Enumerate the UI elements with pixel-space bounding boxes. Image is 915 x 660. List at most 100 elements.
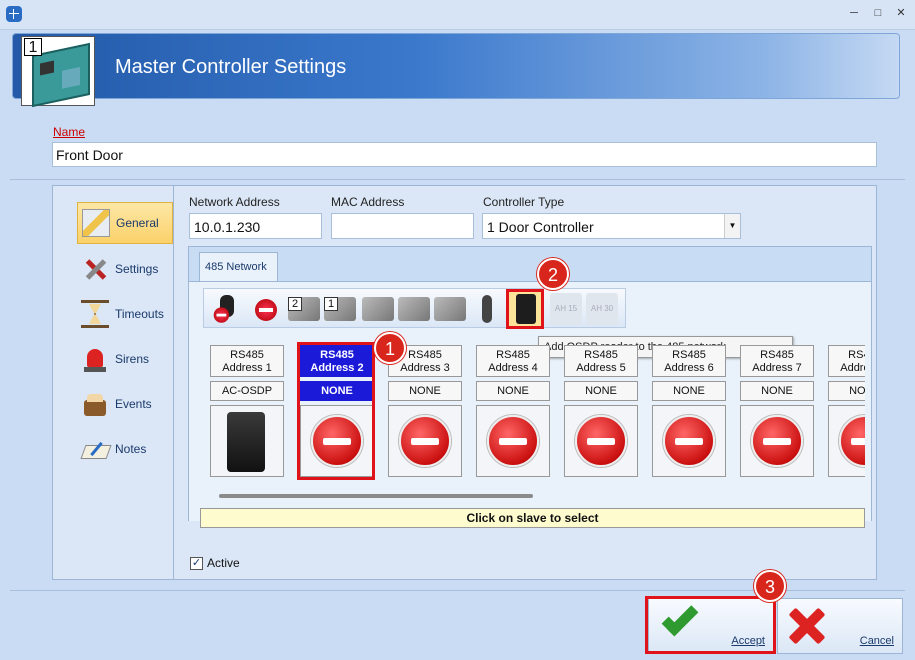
divider <box>10 179 905 180</box>
slave-type: NONE <box>476 381 550 401</box>
cancel-label: Cancel <box>859 635 894 647</box>
slave-type: NONE <box>388 381 462 401</box>
no-device-icon <box>839 415 865 467</box>
active-label: Active <box>207 556 240 570</box>
slave-address-8[interactable]: RS485Address 8 NONE <box>828 345 865 477</box>
chevron-down-icon[interactable]: ▼ <box>724 214 740 238</box>
hourglass-icon <box>81 300 109 328</box>
sidebar-nav: General Settings Timeouts Sirens Events … <box>53 186 174 579</box>
page-title: Master Controller Settings <box>115 56 347 78</box>
ah15-icon: AH 15 <box>550 293 582 325</box>
tools-icon <box>81 255 109 283</box>
sidebar-item-label: Timeouts <box>115 307 164 321</box>
sidebar-item-label: General <box>116 216 159 230</box>
slave-address-7[interactable]: RS485 Address 7 NONE <box>740 345 814 477</box>
remove-device-icon[interactable] <box>250 293 282 325</box>
slave-device-image <box>564 405 638 477</box>
close-button[interactable]: ✕ <box>893 6 909 20</box>
controller-type-value: 1 Door Controller <box>487 219 594 235</box>
slave-header: RS485Address 8 <box>828 345 865 377</box>
active-checkbox[interactable]: ✓ <box>190 556 203 570</box>
slave-address-6[interactable]: RS485 Address 6 NONE <box>652 345 726 477</box>
slave-header: RS485 Address 5 <box>564 345 638 377</box>
slave-device-image <box>388 405 462 477</box>
tab-485-network[interactable]: 485 Network <box>199 252 278 281</box>
app-icon <box>6 6 22 22</box>
status-message: Click on slave to select <box>200 508 865 528</box>
slave-header: RS485 Address 7 <box>740 345 814 377</box>
mac-address-field[interactable] <box>331 213 474 239</box>
slave-device-image <box>210 405 284 477</box>
controller-board-icon: 1 <box>21 36 95 108</box>
minimize-button[interactable]: ─ <box>846 6 862 20</box>
osdp-reader-icon[interactable] <box>516 294 536 324</box>
cancel-button[interactable]: Cancel <box>777 598 903 654</box>
ah30-icon: AH 30 <box>586 293 618 325</box>
slave-device-image <box>740 405 814 477</box>
door-module-2-icon[interactable]: 2 <box>288 297 320 321</box>
slave-address-1[interactable]: RS485 Address 1 AC-OSDP <box>210 345 284 477</box>
no-device-icon <box>487 415 539 467</box>
no-device-icon <box>399 415 451 467</box>
module-number-1: 1 <box>324 297 338 311</box>
header-banner: 1 Master Controller Settings <box>12 33 900 108</box>
sidebar-item-label: Sirens <box>115 352 150 366</box>
sidebar-item-general[interactable]: General <box>77 202 173 244</box>
sidebar-item-sirens[interactable]: Sirens <box>77 338 173 380</box>
slave-header: RS485 Address 4 <box>476 345 550 377</box>
slave-device-image <box>828 405 865 477</box>
slave-address-4[interactable]: RS485 Address 4 NONE <box>476 345 550 477</box>
slave-type: NONE <box>564 381 638 401</box>
sidebar-item-timeouts[interactable]: Timeouts <box>77 293 173 335</box>
controller-type-label: Controller Type <box>483 195 565 209</box>
sidebar-item-events[interactable]: Events <box>77 383 173 425</box>
annotation-badge-3: 3 <box>754 570 786 602</box>
controller-type-select[interactable]: 1 Door Controller ▼ <box>482 213 741 239</box>
controller-number-badge: 1 <box>24 38 42 56</box>
selected-slave-highlight <box>297 342 375 480</box>
sidebar-item-settings[interactable]: Settings <box>77 248 173 290</box>
slave-type: NONE <box>828 381 865 401</box>
keypad-icon[interactable] <box>434 297 466 321</box>
accept-button-highlight <box>645 596 776 654</box>
network-address-field[interactable]: 10.0.1.230 <box>189 213 322 239</box>
device-toolbar: 2 1 AH 15 AH 30 <box>203 288 626 329</box>
sidebar-item-label: Events <box>115 397 152 411</box>
active-checkbox-row[interactable]: ✓ Active <box>190 556 240 570</box>
slave-header: RS485 Address 1 <box>210 345 284 377</box>
network-address-label: Network Address <box>189 195 280 209</box>
horizontal-scrollbar[interactable] <box>219 494 533 498</box>
sidebar-item-label: Notes <box>115 442 147 456</box>
slave-address-5[interactable]: RS485 Address 5 NONE <box>564 345 638 477</box>
name-label-text: Name <box>53 125 86 139</box>
pencil-icon <box>82 209 110 237</box>
mac-address-label: MAC Address <box>331 195 405 209</box>
io-board-icon[interactable] <box>362 297 394 321</box>
annotation-badge-2: 2 <box>537 258 569 290</box>
slave-address-3[interactable]: RS485 Address 3 NONE <box>388 345 462 477</box>
slave-type: AC-OSDP <box>210 381 284 401</box>
slim-reader-icon[interactable] <box>472 293 504 325</box>
title-bar: ─ □ ✕ <box>0 0 915 30</box>
name-label: Name <box>53 125 85 139</box>
sidebar-item-label: Settings <box>115 262 159 276</box>
cake-icon <box>81 390 109 418</box>
slave-header: RS485 Address 6 <box>652 345 726 377</box>
reader-remove-icon[interactable] <box>210 293 242 325</box>
notes-icon <box>81 435 109 463</box>
module-number-2: 2 <box>288 297 302 311</box>
slave-type: NONE <box>652 381 726 401</box>
slave-type: NONE <box>740 381 814 401</box>
slave-device-image <box>652 405 726 477</box>
siren-icon <box>81 345 109 373</box>
name-input[interactable]: Front Door <box>52 142 877 167</box>
sidebar-item-notes[interactable]: Notes <box>77 428 173 470</box>
slave-device-image <box>476 405 550 477</box>
osdp-reader-icon <box>227 412 265 472</box>
annotation-badge-1: 1 <box>374 332 406 364</box>
door-module-1-icon[interactable]: 1 <box>324 297 356 321</box>
no-device-icon <box>751 415 803 467</box>
expansion-board-icon[interactable] <box>398 297 430 321</box>
no-device-icon <box>575 415 627 467</box>
maximize-button[interactable]: □ <box>870 6 886 20</box>
